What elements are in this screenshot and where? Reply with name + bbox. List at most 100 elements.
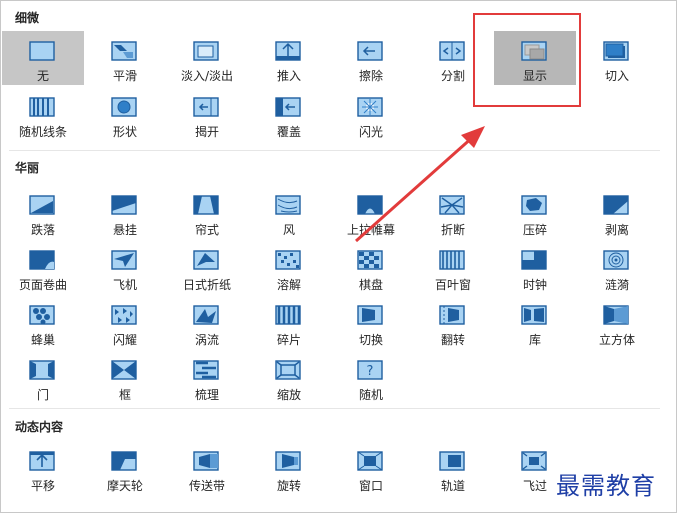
- transition-label: 飞机: [112, 278, 137, 292]
- transition-label: 揭开: [194, 125, 219, 139]
- transition-label: 碎片: [276, 333, 301, 347]
- transition-label: 摩天轮: [106, 479, 143, 493]
- transition-label: 平滑: [112, 69, 137, 83]
- transition-label: 门: [36, 388, 49, 402]
- transition-label: 无: [36, 69, 49, 83]
- transition-label: 平移: [30, 479, 55, 493]
- transition-label: 随机线条: [18, 125, 67, 139]
- transition-label: 溶解: [276, 278, 301, 292]
- transition-label: 框: [118, 388, 131, 402]
- transition-label: 帘式: [194, 223, 219, 237]
- transition-none-button[interactable]: 无: [2, 31, 84, 85]
- transition-label: 切入: [604, 69, 629, 83]
- transition-clock-button[interactable]: 时钟: [494, 240, 576, 294]
- transition-label: 蜂巢: [30, 333, 55, 347]
- transition-flash-button[interactable]: 闪光: [330, 87, 412, 141]
- transition-label: 旋转: [276, 479, 301, 493]
- transition-fade-button[interactable]: 淡入/淡出: [166, 31, 248, 85]
- transition-label: 擦除: [358, 69, 383, 83]
- transition-prestige-button[interactable]: 上拉帷幕: [330, 185, 412, 239]
- transition-label: 库: [528, 333, 541, 347]
- transition-label: 折断: [440, 223, 465, 237]
- transition-page-curl-button[interactable]: 页面卷曲: [2, 240, 84, 294]
- transition-random-button[interactable]: ? 随机: [330, 350, 412, 404]
- transition-uncover-button[interactable]: 揭开: [166, 87, 248, 141]
- transition-ferris-wheel-button[interactable]: 摩天轮: [84, 441, 166, 495]
- transition-drape-button[interactable]: 悬挂: [84, 185, 166, 239]
- transition-label: 涡流: [194, 333, 219, 347]
- transition-label: 剥离: [604, 223, 629, 237]
- section-title-exciting: 华丽: [15, 161, 40, 175]
- section-title-subtle: 细微: [15, 11, 40, 25]
- divider: [9, 150, 660, 151]
- transition-label: 跌落: [30, 223, 55, 237]
- transition-label: 上拉帷幕: [346, 223, 395, 237]
- svg-text:?: ?: [367, 364, 374, 379]
- transition-label: 压碎: [522, 223, 547, 237]
- transition-honeycomb-button[interactable]: 蜂巢: [2, 295, 84, 349]
- transition-label: 悬挂: [112, 223, 137, 237]
- transition-gallery-button[interactable]: 库: [494, 295, 576, 349]
- transition-dissolve-button[interactable]: 溶解: [248, 240, 330, 294]
- transition-label: 推入: [276, 69, 301, 83]
- highlight-annotation-box: [473, 13, 581, 107]
- transition-label: 随机: [358, 388, 383, 402]
- transition-vortex-button[interactable]: 涡流: [166, 295, 248, 349]
- transition-comb-button[interactable]: 梳理: [166, 350, 248, 404]
- transition-random-bars-button[interactable]: 随机线条: [2, 87, 84, 141]
- transition-box-button[interactable]: 框: [84, 350, 166, 404]
- transition-label: 棋盘: [358, 278, 383, 292]
- transition-cover-button[interactable]: 覆盖: [248, 87, 330, 141]
- transition-curtains-button[interactable]: 帘式: [166, 185, 248, 239]
- transition-fall-over-button[interactable]: 跌落: [2, 185, 84, 239]
- transition-label: 窗口: [358, 479, 383, 493]
- transition-cut-button[interactable]: 切入: [576, 31, 658, 85]
- transition-fracture-button[interactable]: 折断: [412, 185, 494, 239]
- transition-label: 闪光: [358, 125, 383, 139]
- transition-rotate-button[interactable]: 旋转: [248, 441, 330, 495]
- transition-push-button[interactable]: 推入: [248, 31, 330, 85]
- transition-label: 传送带: [188, 479, 225, 493]
- transition-checkerboard-button[interactable]: 棋盘: [330, 240, 412, 294]
- transition-blinds-button[interactable]: 百叶窗: [412, 240, 494, 294]
- transition-origami-button[interactable]: 日式折纸: [166, 240, 248, 294]
- transition-flip-button[interactable]: 翻转: [412, 295, 494, 349]
- transition-shape-button[interactable]: 形状: [84, 87, 166, 141]
- transition-label: 立方体: [598, 333, 635, 347]
- transition-label: 百叶窗: [434, 278, 471, 292]
- section-title-dynamic: 动态内容: [15, 420, 64, 434]
- transition-label: 缩放: [276, 388, 301, 402]
- transition-label: 淡入/淡出: [180, 69, 234, 83]
- transition-zoom-button[interactable]: 缩放: [248, 350, 330, 404]
- transition-window-button[interactable]: 窗口: [330, 441, 412, 495]
- transition-shred-button[interactable]: 碎片: [248, 295, 330, 349]
- transition-label: 切换: [358, 333, 383, 347]
- transition-label: 涟漪: [604, 278, 629, 292]
- transition-wind-button[interactable]: 风: [248, 185, 330, 239]
- transition-wipe-button[interactable]: 擦除: [330, 31, 412, 85]
- transition-doors-button[interactable]: 门: [2, 350, 84, 404]
- transition-label: 时钟: [522, 278, 547, 292]
- transition-cube-button[interactable]: 立方体: [576, 295, 658, 349]
- transition-pan-button[interactable]: 平移: [2, 441, 84, 495]
- transition-label: 页面卷曲: [18, 278, 67, 292]
- transition-label: 闪耀: [112, 333, 137, 347]
- transition-smooth-button[interactable]: 平滑: [84, 31, 166, 85]
- divider: [9, 408, 660, 409]
- transition-label: 日式折纸: [182, 278, 231, 292]
- transition-label: 翻转: [440, 333, 465, 347]
- transition-orbit-button[interactable]: 轨道: [412, 441, 494, 495]
- watermark: 最需教育: [556, 472, 656, 500]
- transition-label: 覆盖: [276, 125, 301, 139]
- transition-glitter-button[interactable]: 闪耀: [84, 295, 166, 349]
- transition-crush-button[interactable]: 压碎: [494, 185, 576, 239]
- transition-label: 轨道: [440, 479, 465, 493]
- transition-airplane-button[interactable]: 飞机: [84, 240, 166, 294]
- transition-conveyor-button[interactable]: 传送带: [166, 441, 248, 495]
- transition-peel-off-button[interactable]: 剥离: [576, 185, 658, 239]
- transition-label: 风: [282, 223, 295, 237]
- transition-switch-button[interactable]: 切换: [330, 295, 412, 349]
- transition-label: 梳理: [194, 388, 219, 402]
- transition-ripple-button[interactable]: 涟漪: [576, 240, 658, 294]
- transition-label: 形状: [112, 125, 137, 139]
